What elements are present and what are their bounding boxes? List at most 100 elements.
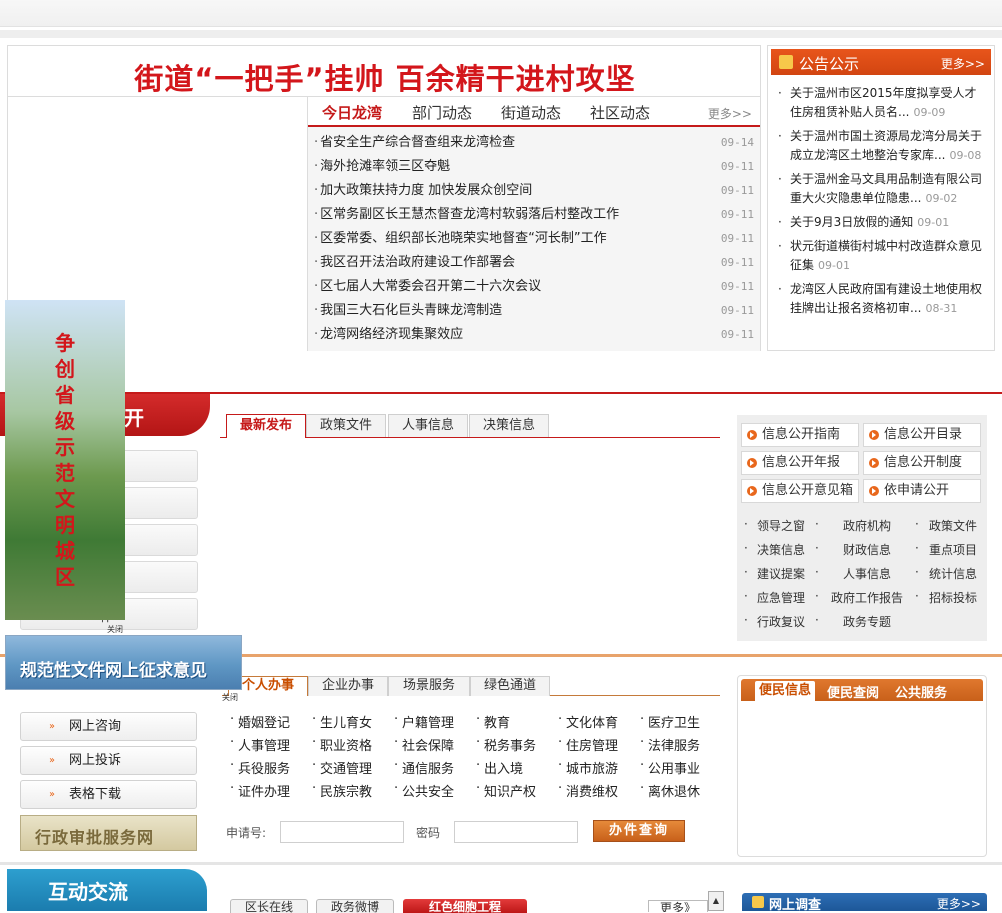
admin-approval-banner[interactable]: 行政审批服务网 xyxy=(20,815,197,851)
news-item[interactable]: · 加大政策扶持力度 加快发展众创空间 09-11 xyxy=(314,179,754,203)
notice-item[interactable]: · 关于温州市国土资源局龙湾分局关于成立龙湾区土地整治专家库... 09-08 xyxy=(776,127,988,165)
service-link[interactable]: 城市旅游 xyxy=(566,758,618,777)
gov-link[interactable]: 财政信息 xyxy=(843,541,891,558)
service-link[interactable]: 法律服务 xyxy=(648,735,700,754)
news-item[interactable]: · 省安全生产综合督查组来龙湾检查 09-14 xyxy=(314,131,754,155)
service-link[interactable]: 社会保障 xyxy=(402,735,454,754)
gov-link[interactable]: 行政复议 xyxy=(757,613,805,630)
service-link[interactable]: 兵役服务 xyxy=(238,758,290,777)
service-link[interactable]: 公共安全 xyxy=(402,781,454,800)
notice-item[interactable]: · 状元街道横街村城中村改造群众意见征集 09-01 xyxy=(776,237,988,275)
service-link[interactable]: 消费维权 xyxy=(566,781,618,800)
news-item[interactable]: · 我国三大石化巨头青睐龙湾制造 09-11 xyxy=(314,299,754,323)
news-item[interactable]: · 区常务副区长王慧杰督查龙湾村软弱落后村整改工作 09-11 xyxy=(314,203,754,227)
tab-public-services[interactable]: 公共服务 xyxy=(895,682,947,701)
service-link[interactable]: 出入境 xyxy=(484,758,523,777)
tab-enterprise-affairs[interactable]: 企业办事 xyxy=(308,676,388,696)
notice-item[interactable]: · 关于9月3日放假的通知 09-01 xyxy=(776,213,988,232)
gov-link[interactable]: 建议提案 xyxy=(757,565,805,582)
tab-convenience-lookup[interactable]: 便民查阅 xyxy=(827,682,879,701)
service-link[interactable]: 生儿育女 xyxy=(320,712,372,731)
notice-item[interactable]: · 龙湾区人民政府国有建设土地使用权挂牌出让报名资格初审... 08-31 xyxy=(776,280,988,318)
tab-convenience-info[interactable]: 便民信息 xyxy=(755,681,816,701)
service-link[interactable]: 通信服务 xyxy=(402,758,454,777)
gov-info-feedback-button[interactable]: 信息公开意见箱 xyxy=(741,479,859,503)
tab-policy-documents[interactable]: 政策文件 xyxy=(306,414,386,437)
news-title[interactable]: 海外抢滩率领三区夺魁 xyxy=(320,159,450,174)
news-title[interactable]: 龙湾网络经济现集聚效应 xyxy=(320,327,463,342)
gov-info-catalog-button[interactable]: 信息公开目录 xyxy=(863,423,981,447)
gov-link[interactable]: 人事信息 xyxy=(843,565,891,582)
online-complaint-button[interactable]: ›› 网上投诉 xyxy=(20,746,197,775)
service-link[interactable]: 教育 xyxy=(484,712,510,731)
tab-street-news[interactable]: 街道动态 xyxy=(501,102,561,123)
float-ad-civilized-city[interactable]: 争创省级示范文明城区 xyxy=(5,300,125,620)
gov-link[interactable]: 政务专题 xyxy=(843,613,891,630)
notice-item[interactable]: · 关于温州市区2015年度拟享受人才住房租赁补贴人员名... 09-09 xyxy=(776,84,988,122)
service-link[interactable]: 人事管理 xyxy=(238,735,290,754)
tab-latest-release[interactable]: 最新发布 xyxy=(226,414,306,438)
service-link[interactable]: 税务事务 xyxy=(484,735,536,754)
banner-ad-close-button[interactable]: 关闭 xyxy=(222,692,238,703)
service-link[interactable]: 住房管理 xyxy=(566,735,618,754)
service-link[interactable]: 婚姻登记 xyxy=(238,712,290,731)
news-title[interactable]: 区委常委、组织部长池晓荣实地督查“河长制”工作 xyxy=(320,231,606,246)
tab-decision-info[interactable]: 决策信息 xyxy=(469,414,549,437)
news-title[interactable]: 我区召开法治政府建设工作部署会 xyxy=(320,255,515,270)
gov-info-request-button[interactable]: 依申请公开 xyxy=(863,479,981,503)
gov-info-system-button[interactable]: 信息公开制度 xyxy=(863,451,981,475)
headline-title[interactable]: 街道“一把手”挂帅 百余精干进村攻坚 xyxy=(8,56,762,98)
service-link[interactable]: 交通管理 xyxy=(320,758,372,777)
service-link[interactable]: 民族宗教 xyxy=(320,781,372,800)
tab-community-news[interactable]: 社区动态 xyxy=(590,102,650,123)
gov-link[interactable]: 决策信息 xyxy=(757,541,805,558)
tab-green-channel[interactable]: 绿色通道 xyxy=(470,676,550,696)
application-number-input[interactable] xyxy=(280,821,404,843)
news-title[interactable]: 省安全生产综合督查组来龙湾检查 xyxy=(320,135,515,150)
gov-info-annual-report-button[interactable]: 信息公开年报 xyxy=(741,451,859,475)
case-query-button[interactable]: 办件查询 xyxy=(593,820,685,842)
news-title[interactable]: 加大政策扶持力度 加快发展众创空间 xyxy=(320,183,532,198)
gov-link[interactable]: 领导之窗 xyxy=(757,517,805,534)
tab-today-longwan[interactable]: 今日龙湾 xyxy=(322,102,382,123)
online-consult-button[interactable]: ›› 网上咨询 xyxy=(20,712,197,741)
tab-personnel-info[interactable]: 人事信息 xyxy=(388,414,468,437)
service-link[interactable]: 知识产权 xyxy=(484,781,536,800)
news-more-link[interactable]: 更多>> xyxy=(708,105,752,122)
interaction-more-link[interactable]: 更多》 xyxy=(648,900,708,912)
service-link[interactable]: 公用事业 xyxy=(648,758,700,777)
service-link[interactable]: 证件办理 xyxy=(238,781,290,800)
service-link[interactable]: 文化体育 xyxy=(566,712,618,731)
service-link[interactable]: 职业资格 xyxy=(320,735,372,754)
form-download-button[interactable]: ›› 表格下载 xyxy=(20,780,197,809)
tab-department-news[interactable]: 部门动态 xyxy=(412,102,472,123)
notice-text[interactable]: 关于温州市区2015年度拟享受人才住房租赁补贴人员名... xyxy=(790,86,977,119)
gov-link[interactable]: 重点项目 xyxy=(929,541,977,558)
news-item[interactable]: · 我区召开法治政府建设工作部署会 09-11 xyxy=(314,251,754,275)
float-ad-close-button[interactable]: 关闭 xyxy=(107,624,123,635)
survey-more-link[interactable]: 更多>> xyxy=(937,895,981,912)
gov-link[interactable]: 政府机构 xyxy=(843,517,891,534)
gov-link[interactable]: 政府工作报告 xyxy=(831,589,903,606)
gov-link[interactable]: 统计信息 xyxy=(929,565,977,582)
banner-ad-normative-docs[interactable]: 规范性文件网上征求意见 xyxy=(5,635,242,690)
service-link[interactable]: 户籍管理 xyxy=(402,712,454,731)
gov-info-guide-button[interactable]: 信息公开指南 xyxy=(741,423,859,447)
notice-text[interactable]: 关于9月3日放假的通知 xyxy=(790,215,913,229)
news-title[interactable]: 区常务副区长王慧杰督查龙湾村软弱落后村整改工作 xyxy=(320,207,619,222)
news-title[interactable]: 区七届人大常委会召开第二十六次会议 xyxy=(320,279,541,294)
service-link[interactable]: 离休退休 xyxy=(648,781,700,800)
news-item[interactable]: · 区七届人大常委会召开第二十六次会议 09-11 xyxy=(314,275,754,299)
news-title[interactable]: 我国三大石化巨头青睐龙湾制造 xyxy=(320,303,502,318)
notice-item[interactable]: · 关于温州金马文具用品制造有限公司重大火灾隐患单位隐患... 09-02 xyxy=(776,170,988,208)
gov-link[interactable]: 政策文件 xyxy=(929,517,977,534)
news-item[interactable]: · 海外抢滩率领三区夺魁 09-11 xyxy=(314,155,754,179)
service-link[interactable]: 医疗卫生 xyxy=(648,712,700,731)
password-input[interactable] xyxy=(454,821,578,843)
tab-scenario-services[interactable]: 场景服务 xyxy=(388,676,470,696)
news-item[interactable]: · 龙湾网络经济现集聚效应 09-11 xyxy=(314,323,754,347)
gov-link[interactable]: 招标投标 xyxy=(929,589,977,606)
notice-more-link[interactable]: 更多>> xyxy=(941,55,985,72)
scroll-up-arrow-icon[interactable]: ▲ xyxy=(708,891,724,911)
news-item[interactable]: · 区委常委、组织部长池晓荣实地督查“河长制”工作 09-11 xyxy=(314,227,754,251)
